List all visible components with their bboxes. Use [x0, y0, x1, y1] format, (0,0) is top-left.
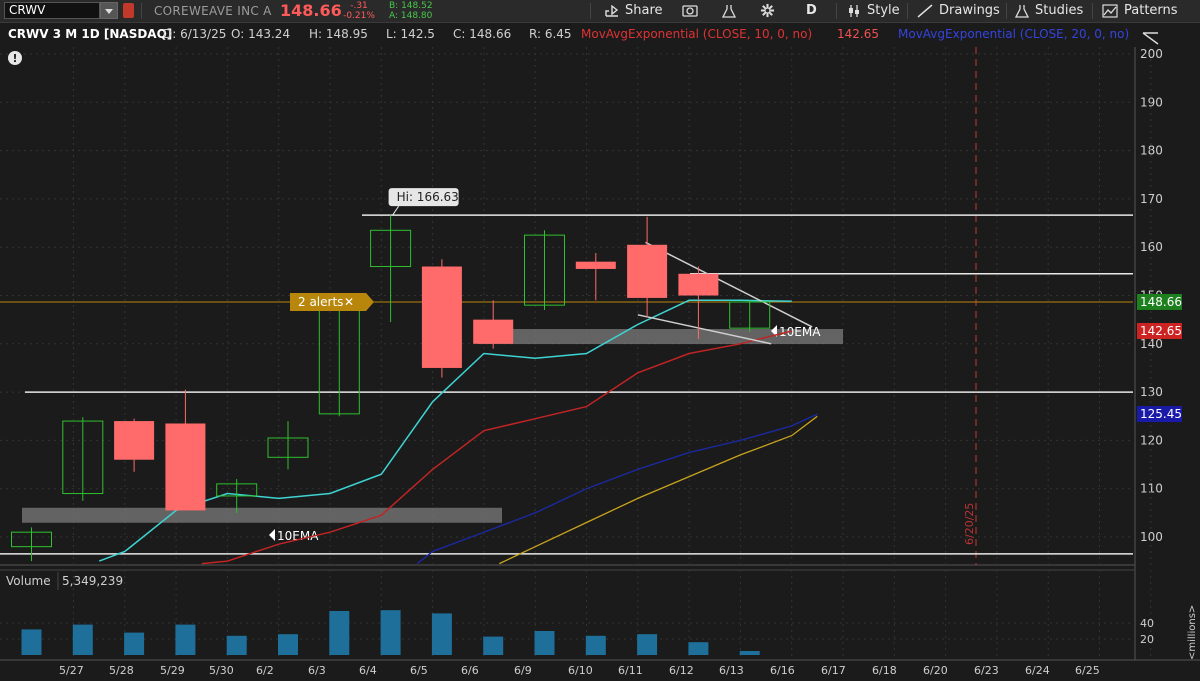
volume-bar: [124, 632, 145, 655]
x-tick-label: 5/30: [209, 664, 234, 677]
volume-bar: [534, 631, 555, 655]
band-marker-icon: [269, 529, 275, 541]
volume-bar: [278, 634, 298, 655]
volume-bar: [483, 636, 504, 655]
volume-bar: [739, 651, 760, 655]
volume-bar: [380, 610, 401, 655]
volume-bar: [329, 611, 350, 655]
y-tick-label: 130: [1140, 385, 1163, 399]
x-tick-label: 5/27: [59, 664, 84, 677]
y-tick-label: 200: [1140, 47, 1163, 61]
y-tick-label: 170: [1140, 192, 1163, 206]
x-tick-label: 6/3: [308, 664, 326, 677]
ema-gold-line: [499, 415, 818, 565]
hi-label-text: Hi: 166.63: [397, 190, 459, 204]
ema20-badge-text: 125.45: [1140, 407, 1182, 421]
x-tick-label: 5/29: [160, 664, 185, 677]
x-tick-label: 6/25: [1075, 664, 1100, 677]
volume-bar: [72, 624, 93, 655]
info-icon-glyph: !: [13, 52, 18, 65]
volume-bar: [175, 624, 196, 655]
x-tick-label: 6/6: [461, 664, 479, 677]
x-tick-label: 5/28: [109, 664, 134, 677]
candle-body: [421, 266, 462, 368]
candle-body: [575, 261, 616, 269]
x-tick-label: 6/11: [618, 664, 643, 677]
volume-bar: [226, 635, 247, 655]
x-tick-label: 6/16: [770, 664, 795, 677]
y-tick-label: 120: [1140, 433, 1163, 447]
candle-body: [627, 244, 668, 298]
alerts-label: 2 alerts: [298, 295, 343, 309]
volume-bar: [431, 613, 452, 655]
x-tick-label: 6/2: [256, 664, 274, 677]
x-tick-label: 6/12: [669, 664, 694, 677]
x-tick-label: 6/9: [514, 664, 532, 677]
volume-label: Volume: [6, 574, 51, 588]
y-tick-label: 160: [1140, 240, 1163, 254]
trendline: [645, 241, 813, 328]
hi-label-pointer: [392, 205, 400, 216]
candle-body: [678, 273, 719, 296]
collapse-icon: [1142, 32, 1159, 45]
x-tick-label: 6/24: [1025, 664, 1050, 677]
volume-bar: [688, 642, 709, 655]
x-tick-label: 6/20: [923, 664, 948, 677]
x-tick-label: 6/5: [410, 664, 428, 677]
volume-unit-label: <millions>: [1187, 605, 1198, 660]
x-tick-label: 6/4: [359, 664, 377, 677]
volume-bar: [21, 629, 42, 655]
x-tick-label: 6/10: [568, 664, 593, 677]
candle-body: [114, 421, 155, 460]
volume-bar: [585, 635, 606, 655]
ema10-badge-text: 142.65: [1140, 324, 1182, 338]
shaded-band: [22, 507, 502, 523]
price-chart[interactable]: 1001101201301401501601701801902005/275/2…: [0, 0, 1200, 681]
candle-body: [473, 319, 514, 344]
volume-bar: [637, 634, 658, 655]
volume-tick-label: 20: [1140, 633, 1154, 646]
y-tick-label: 110: [1140, 482, 1163, 496]
y-tick-label: 100: [1140, 530, 1163, 544]
volume-tick-label: 40: [1140, 617, 1154, 630]
close-icon: ✕: [344, 295, 354, 309]
x-tick-label: 6/13: [719, 664, 744, 677]
price-badge-text: 148.66: [1140, 295, 1182, 309]
y-tick-label: 180: [1140, 144, 1163, 158]
expiration-label: 6/20/25: [963, 503, 976, 545]
y-tick-label: 190: [1140, 95, 1163, 109]
volume-value: 5,349,239: [62, 574, 123, 588]
x-tick-label: 6/17: [821, 664, 846, 677]
x-tick-label: 6/23: [974, 664, 999, 677]
candle-body: [165, 423, 206, 511]
x-tick-label: 6/18: [872, 664, 897, 677]
